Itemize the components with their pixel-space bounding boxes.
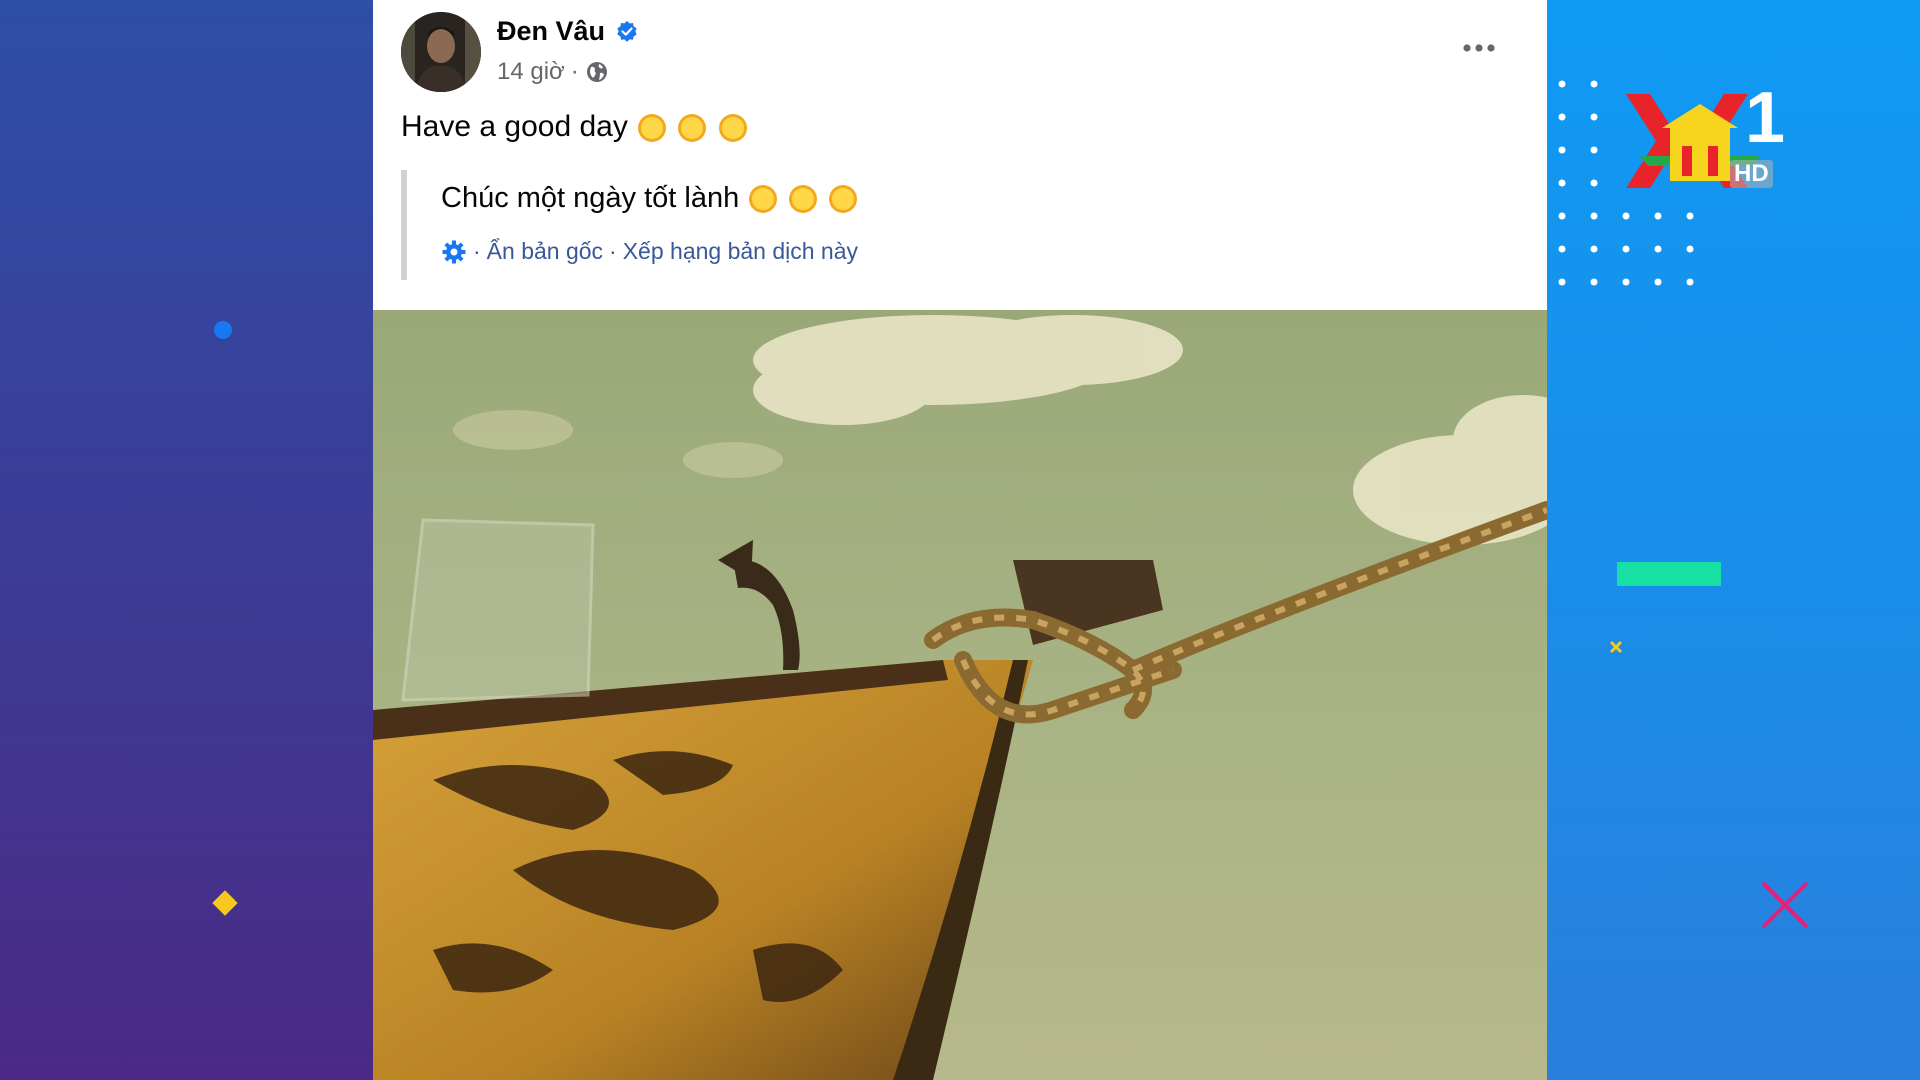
- meta-separator: ·: [570, 58, 579, 85]
- post-text-content: Have a good day: [401, 110, 628, 144]
- link-separator: ·: [609, 238, 617, 264]
- left-background-panel: [0, 0, 373, 1080]
- more-options-icon: [1463, 44, 1495, 52]
- more-options-button[interactable]: [1459, 28, 1499, 68]
- sun-emoji-group: [636, 110, 749, 144]
- channel-number: 1: [1745, 78, 1786, 158]
- post-text: Have a good day: [401, 110, 749, 144]
- sun-emoji-icon: [637, 114, 666, 143]
- translation-block: Chúc một ngày tốt lành · Ẩn bản gốc · Xế…: [401, 170, 1307, 280]
- verified-badge-icon: [617, 20, 637, 42]
- decorative-blue-dot: [214, 321, 232, 339]
- sun-emoji-icon: [678, 114, 707, 143]
- hd-badge: HD: [1730, 160, 1773, 189]
- sun-emoji-icon: [789, 185, 818, 214]
- post-timestamp[interactable]: 14 giờ: [497, 58, 565, 86]
- sun-emoji-icon: [749, 185, 778, 214]
- facebook-post: Đen Vâu 14 giờ · Have a good day Chúc mộ…: [373, 0, 1547, 1080]
- post-photo[interactable]: [373, 310, 1547, 1080]
- decorative-large-x: [1761, 881, 1809, 929]
- author-row: Đen Vâu: [497, 16, 639, 47]
- gear-icon[interactable]: [441, 239, 467, 265]
- hide-original-link[interactable]: Ẩn bản gốc: [487, 238, 603, 265]
- translation-links: · Ẩn bản gốc · Xếp hạng bản dịch này: [441, 238, 858, 265]
- sun-emoji-icon: [718, 114, 747, 143]
- sun-emoji-group: [747, 182, 859, 215]
- decorative-small-x: [1609, 640, 1623, 654]
- sun-emoji-icon: [829, 185, 858, 214]
- translation-text: Chúc một ngày tốt lành: [441, 182, 859, 215]
- rate-translation-link[interactable]: Xếp hạng bản dịch này: [623, 238, 858, 265]
- avatar[interactable]: [401, 12, 481, 92]
- link-separator: ·: [473, 238, 481, 264]
- translation-text-content: Chúc một ngày tốt lành: [441, 182, 740, 215]
- decorative-green-bar: [1617, 562, 1721, 586]
- globe-icon[interactable]: [585, 60, 609, 84]
- avatar-portrait: [401, 12, 481, 92]
- broadcast-frame: 1 HD Đen Vâu 14 giờ · Have a good day Ch…: [0, 0, 1920, 1080]
- post-meta: 14 giờ ·: [497, 58, 609, 86]
- author-name[interactable]: Đen Vâu: [497, 16, 605, 47]
